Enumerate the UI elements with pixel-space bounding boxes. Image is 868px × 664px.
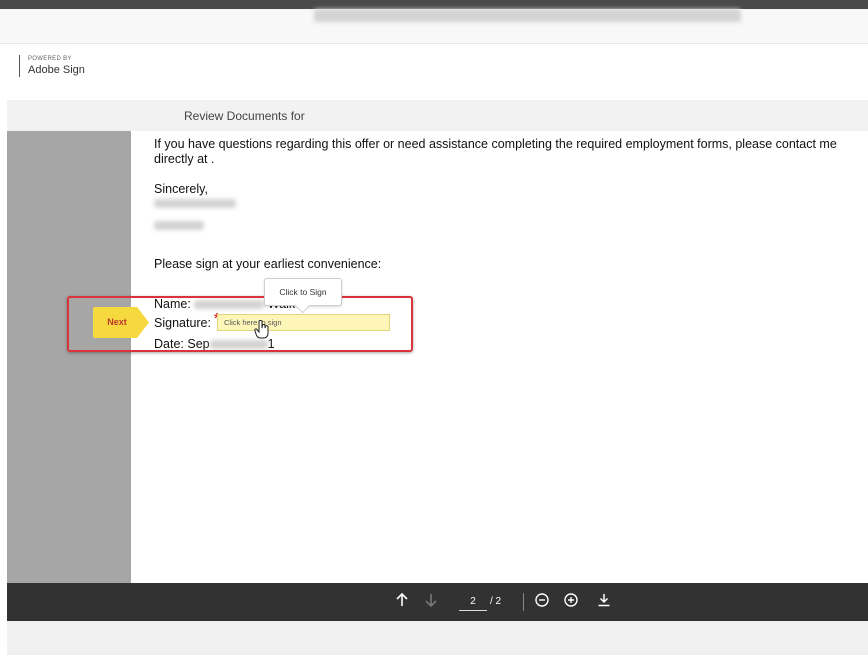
redacted-sender-name [154, 199, 236, 208]
powered-by-label: POWERED BY [28, 56, 72, 62]
page-total: / 2 [490, 596, 502, 607]
arrow-up-icon[interactable] [391, 592, 413, 612]
document-page [131, 131, 868, 583]
sign-instruction: Please sign at your earliest convenience… [154, 257, 382, 271]
download-icon[interactable] [593, 592, 615, 612]
offer-paragraph: If you have questions regarding this off… [154, 137, 837, 166]
closing-text: Sincerely, [154, 182, 208, 196]
next-button[interactable]: Next [93, 307, 141, 338]
bottom-strip [7, 621, 868, 655]
current-page-input[interactable]: 2 [459, 594, 487, 611]
document-title-bar: Review Documents for [7, 100, 868, 132]
brand-name: Adobe Sign [28, 64, 85, 76]
click-to-sign-tooltip: Click to Sign [264, 278, 342, 306]
redacted-document-name [314, 9, 741, 22]
header: POWERED BY Adobe Sign [0, 43, 868, 101]
signature-field[interactable]: Click here to sign [217, 314, 390, 331]
redacted-sender-title [154, 221, 204, 230]
document-title: Review Documents for [184, 109, 305, 123]
hand-cursor-icon [254, 320, 269, 339]
arrow-down-icon[interactable] [420, 592, 442, 612]
zoom-out-icon[interactable] [531, 592, 553, 612]
zoom-in-icon[interactable] [560, 592, 582, 612]
toolbar-divider [523, 593, 524, 611]
adobe-sign-logo: POWERED BY Adobe Sign [19, 55, 85, 77]
left-gutter [7, 131, 131, 583]
top-bar [0, 0, 868, 9]
pagination-toolbar: 2 / 2 [7, 583, 868, 621]
